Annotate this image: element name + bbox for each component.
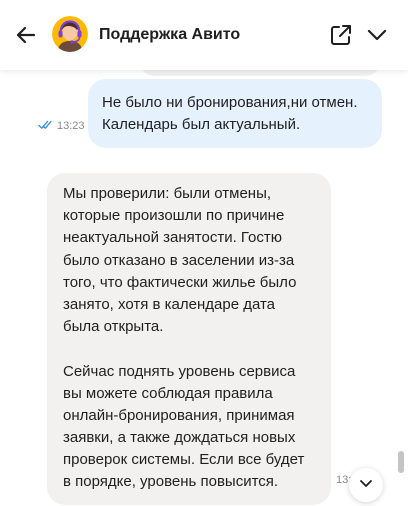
support-chat-window: Не было ни бронирования,ни отмен. Календ… [0,0,408,506]
chevron-down-icon [358,475,374,496]
message-time: 13:23 [57,120,85,132]
arrow-left-icon [12,26,40,53]
message-text-line: Сейчас поднять уровень сервиса [63,362,296,380]
message-text-line: было отказано в заселении из-за [63,251,295,269]
outgoing-message-bubble: Не было ни бронирования,ни отмен. Календ… [88,79,382,148]
message-text-line [63,338,315,360]
message-text-line: того, что фактически жилье было [63,273,297,291]
message-text-line: проверок системы. Если все будет [63,451,305,469]
chat-title: Поддержка Авито [99,26,241,43]
outgoing-message-meta: 13:23 [38,118,85,134]
back-button[interactable] [12,21,40,49]
message-text-line: в порядке, уровень повысится. [63,473,279,491]
support-agent-icon [52,16,88,52]
message-text-line: заявки, а также дождаться новых [63,429,296,447]
message-text-line: Мы проверили: были отмены, [63,185,272,202]
open-external-icon [328,25,354,52]
message-text-line: Не было ни бронирования,ни отмен. [102,94,358,111]
avatar [52,16,88,52]
message-text-line: которые произошли по причине [63,207,285,225]
incoming-message-bubble: Мы проверили: были отмены, которые произ… [47,173,331,505]
message-text-line: занято, хотя в календаре дата [63,295,276,313]
message-text-line: Календарь был актуальный. [102,116,301,133]
chevron-down-icon [364,29,390,52]
collapse-chat-button[interactable] [364,22,390,48]
message-text-line: была открыта. [63,318,164,336]
double-check-icon [38,120,54,133]
message-text-line: неактуальной занятости. Гостю [63,229,282,247]
message-text-line: вы можете соблюдая правила [63,384,273,402]
message-text-line: онлайн-бронирования, принимая [63,406,295,424]
scroll-to-bottom-button[interactable] [349,468,383,502]
open-in-new-window-button[interactable] [328,22,354,48]
chat-header: Поддержка Авито [0,0,408,70]
scrollbar-thumb[interactable] [398,451,404,473]
message-list: Не было ни бронирования,ни отмен. Календ… [0,0,408,506]
